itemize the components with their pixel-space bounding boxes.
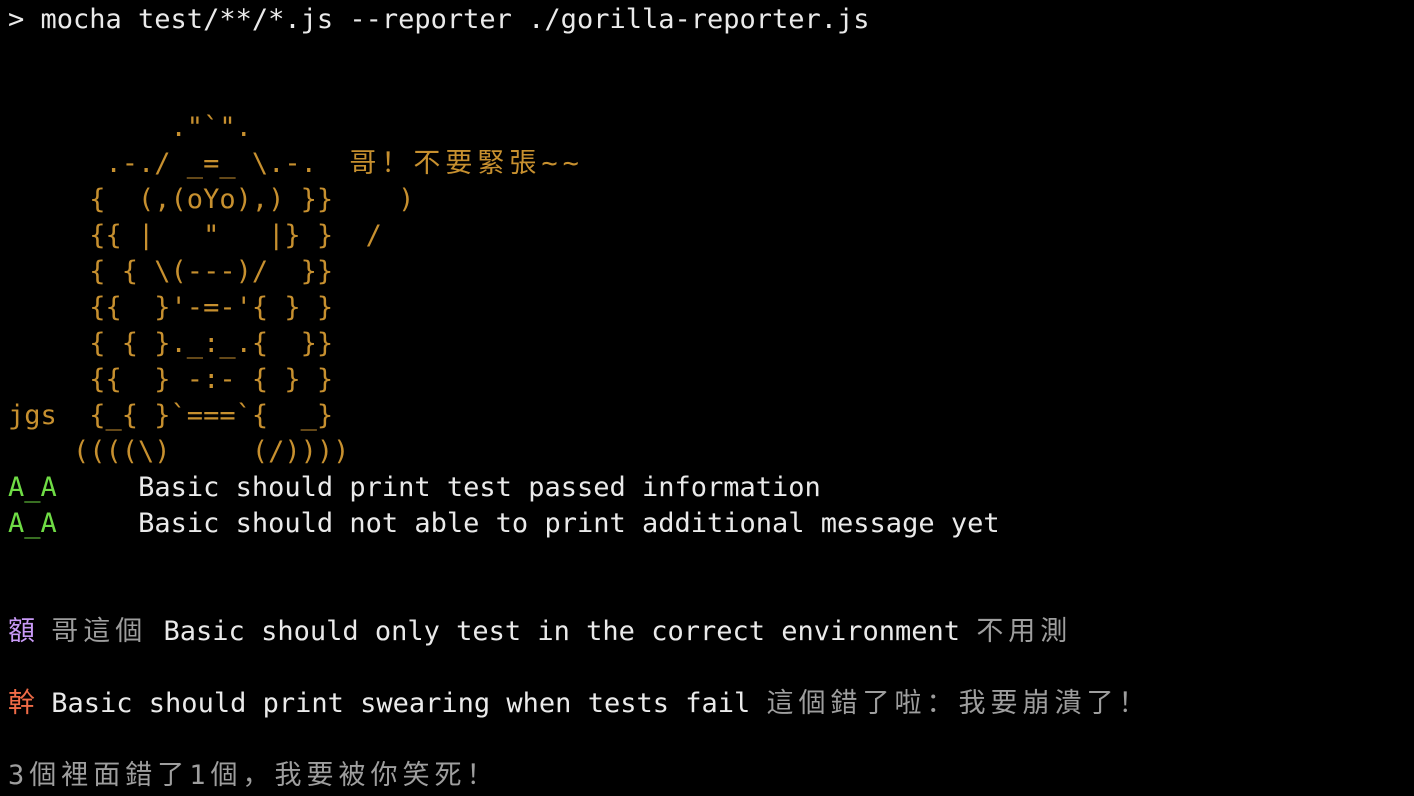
art-line: {{ } -:- { } }	[8, 364, 334, 395]
art-line: ((((\) (/))))	[8, 436, 350, 467]
fail-test-title: Basic should print swearing when tests f…	[51, 688, 751, 719]
art-line: { { }._:_.{ }}	[8, 328, 334, 359]
summary-line: 3個裡面錯了1個，我要被你笑死！	[8, 760, 499, 791]
pass-test-title: Basic should print test passed informati…	[138, 472, 821, 503]
pass-test-title: Basic should not able to print additiona…	[138, 508, 1000, 539]
pending-result-line: 額 哥這個 Basic should only test in the corr…	[8, 614, 1072, 650]
art-line: { (,(oYo),) }} )	[8, 184, 415, 215]
pending-test-title: Basic should only test in the correct en…	[163, 616, 961, 647]
pass-marker: A_A	[8, 508, 57, 539]
fail-marker: 幹	[8, 688, 35, 719]
fail-message: 這個錯了啦：我要崩潰了！	[766, 688, 1151, 719]
art-line: {{ | " |} } /	[8, 220, 382, 251]
pending-suffix: 不用測	[976, 616, 1073, 647]
pass-marker: A_A	[8, 472, 57, 503]
art-line: .-./ _=_ \.-. 哥！不要緊張~~	[8, 146, 584, 182]
art-line: {{ }'-=-'{ } }	[8, 292, 334, 323]
pending-prefix: 哥這個	[51, 616, 148, 647]
pass-result-line: A_A Basic should not able to print addit…	[8, 506, 1000, 542]
art-line: ."`".	[8, 112, 252, 143]
pass-result-line: A_A Basic should print test passed infor…	[8, 470, 821, 506]
gorilla-speech: 哥！不要緊張~~	[349, 148, 584, 179]
command-line: > mocha test/**/*.js --reporter ./gorill…	[8, 4, 870, 35]
fail-result-line: 幹 Basic should print swearing when tests…	[8, 686, 1151, 722]
art-line-text: .-./ _=_ \.-.	[8, 148, 350, 179]
art-line: jgs {_{ }`===`{ _}	[8, 400, 334, 431]
pending-marker: 額	[8, 616, 35, 647]
art-line: { { \(---)/ }}	[8, 256, 334, 287]
